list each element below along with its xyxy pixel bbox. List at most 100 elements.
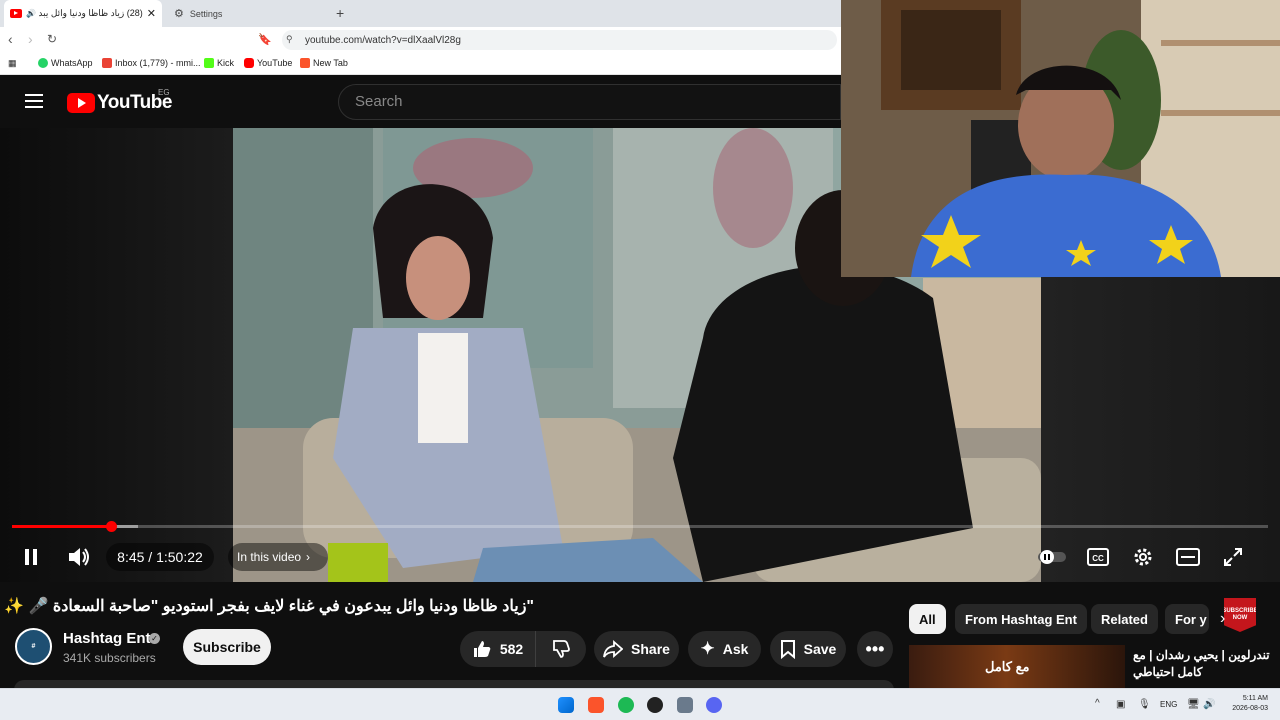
tab-settings[interactable]: ⚙ Settings <box>170 0 320 27</box>
clock-time: 5:11 AM <box>1242 695 1268 702</box>
recommendation-title[interactable]: تندرلوين | يحيي رشدان | مع كامل احتياطي <box>1133 647 1273 681</box>
youtube-header: YouTube EG Search <box>0 76 841 128</box>
microphone-icon[interactable]: 🎙 <box>1138 699 1151 710</box>
site-info-icon[interactable]: ⚲ <box>286 34 293 45</box>
youtube-favicon-icon <box>10 9 22 18</box>
webcam-scene-illustration <box>841 0 1280 277</box>
app-icon[interactable] <box>647 697 663 713</box>
more-actions-icon[interactable]: ••• <box>857 631 893 667</box>
bookmark-whatsapp[interactable]: WhatsApp <box>38 58 93 68</box>
subscriber-count: 341K subscribers <box>63 651 156 665</box>
youtube-logo[interactable]: YouTube <box>67 92 172 114</box>
bookmark-label: YouTube <box>257 58 293 68</box>
browser-tab-bar: 🔊 (28) زياد ظاظا ودنيا وائل يبدعو ✕ ⚙ Se… <box>0 0 841 27</box>
close-tab-icon[interactable]: ✕ <box>147 7 156 20</box>
channel-avatar[interactable]: # <box>15 628 52 665</box>
sparkle-icon: ✦ <box>700 639 715 658</box>
webcam-overlay <box>841 0 1280 277</box>
brave-icon <box>300 58 310 68</box>
speaker-icon[interactable]: 🔊 <box>1203 699 1215 710</box>
recommendation-thumbnail[interactable]: مع كامل <box>909 645 1125 688</box>
svg-text:CC: CC <box>1092 554 1104 563</box>
subscribe-button[interactable]: Subscribe <box>183 629 271 665</box>
bookmark-label: New Tab <box>313 58 348 68</box>
theater-mode-icon[interactable] <box>1175 543 1201 571</box>
bookmark-label: Inbox (1,779) - mmi... <box>115 58 201 68</box>
in-this-video-button[interactable]: In this video › <box>228 543 328 571</box>
dislike-button[interactable] <box>536 631 586 667</box>
share-arrow-icon <box>603 640 624 658</box>
like-count: 582 <box>499 641 524 657</box>
bookmark-label: Kick <box>217 58 235 68</box>
thumbs-up-icon <box>473 641 491 657</box>
chevron-right-icon[interactable]: › <box>1220 610 1225 628</box>
tab-title: Settings <box>189 8 223 19</box>
search-input[interactable]: Search <box>338 84 841 120</box>
tray-chevron-up-icon[interactable]: ^ <box>1095 698 1100 709</box>
country-code: EG <box>158 88 170 97</box>
player-backdrop <box>0 128 233 582</box>
bookmark-icon[interactable]: 🔖 <box>258 33 272 46</box>
chip-from-channel[interactable]: From Hashtag Ent <box>955 604 1087 634</box>
search-placeholder: Search <box>355 93 403 110</box>
new-tab-button[interactable]: + <box>336 5 344 21</box>
share-button[interactable]: Share <box>594 631 679 667</box>
progress-bar[interactable] <box>12 521 1268 532</box>
reload-icon[interactable]: ↻ <box>47 32 57 46</box>
subscribe-now-badge[interactable]: SUBSCRIBE NOW <box>1224 598 1256 632</box>
video-title: "زياد ظاظا ودنيا وائل يبدعون في غناء لاي… <box>4 598 534 615</box>
subtitles-icon[interactable]: CC <box>1086 543 1110 571</box>
pause-button[interactable] <box>18 543 44 571</box>
clock-date: 2026-08-03 <box>1232 705 1268 712</box>
like-button[interactable]: 582 <box>460 631 536 667</box>
save-label: Save <box>803 641 837 657</box>
save-button[interactable]: Save <box>770 631 846 667</box>
bookmark-kick[interactable]: Kick <box>204 58 234 68</box>
thumbs-down-icon <box>553 640 570 658</box>
youtube-icon <box>244 58 254 68</box>
bookmark-new-tab[interactable]: New Tab <box>300 58 348 68</box>
back-icon[interactable]: ‹ <box>8 31 13 47</box>
kick-icon <box>204 58 214 68</box>
progress-scrubber-handle[interactable] <box>105 521 117 532</box>
ask-label: Ask <box>722 641 749 657</box>
settings-icon[interactable] <box>677 697 693 713</box>
thumbnail-caption: مع كامل <box>985 659 1030 674</box>
autoplay-toggle[interactable] <box>1034 543 1068 571</box>
hamburger-menu-icon[interactable] <box>25 94 43 108</box>
progress-played <box>12 525 111 528</box>
forward-icon[interactable]: › <box>28 31 33 47</box>
url-text[interactable]: youtube.com/watch?v=dlXaalVl28g <box>305 35 461 46</box>
chip-related[interactable]: Related <box>1091 604 1158 634</box>
spotify-icon[interactable] <box>618 697 634 713</box>
apps-grid-icon[interactable]: ▦ <box>8 58 17 69</box>
bookmarks-bar: ▦ WhatsApp Inbox (1,779) - mmi... Kick Y… <box>0 53 841 75</box>
chapter-label: In this video <box>237 550 302 564</box>
audio-playing-icon[interactable]: 🔊 <box>26 9 36 18</box>
channel-name[interactable]: Hashtag Ent <box>63 630 151 647</box>
bookmark-youtube[interactable]: YouTube <box>244 58 292 68</box>
bookmark-gmail[interactable]: Inbox (1,779) - mmi... <box>102 58 201 68</box>
chip-for-you[interactable]: For y <box>1165 604 1209 634</box>
share-label: Share <box>631 641 670 657</box>
input-language[interactable]: ENG <box>1160 700 1177 709</box>
clock[interactable]: 5:11 AM 2026-08-03 <box>1226 694 1268 714</box>
youtube-play-logo-icon <box>67 93 95 113</box>
windows-start-icon[interactable] <box>558 697 574 713</box>
brave-browser-icon[interactable] <box>588 697 604 713</box>
bookmark-save-icon <box>780 640 795 659</box>
gmail-icon <box>102 58 112 68</box>
address-bar-row: ‹ › ↻ 🔖 ⚲ youtube.com/watch?v=dlXaalVl28… <box>0 27 841 53</box>
tab-youtube-video[interactable]: 🔊 (28) زياد ظاظا ودنيا وائل يبدعو ✕ <box>4 0 162 27</box>
gear-icon: ⚙ <box>174 8 184 20</box>
volume-icon[interactable] <box>64 543 94 571</box>
network-icon[interactable]: 🖥 <box>1187 699 1200 710</box>
verified-check-icon: ✓ <box>149 633 160 644</box>
chip-all[interactable]: All <box>909 604 946 634</box>
discord-icon[interactable] <box>706 697 722 713</box>
ask-button[interactable]: ✦ Ask <box>688 631 761 667</box>
tray-app-icon[interactable]: ▣ <box>1116 699 1125 710</box>
fullscreen-icon[interactable] <box>1220 543 1246 571</box>
time-display: 8:45 / 1:50:22 <box>106 543 214 571</box>
settings-gear-icon[interactable] <box>1130 543 1156 571</box>
